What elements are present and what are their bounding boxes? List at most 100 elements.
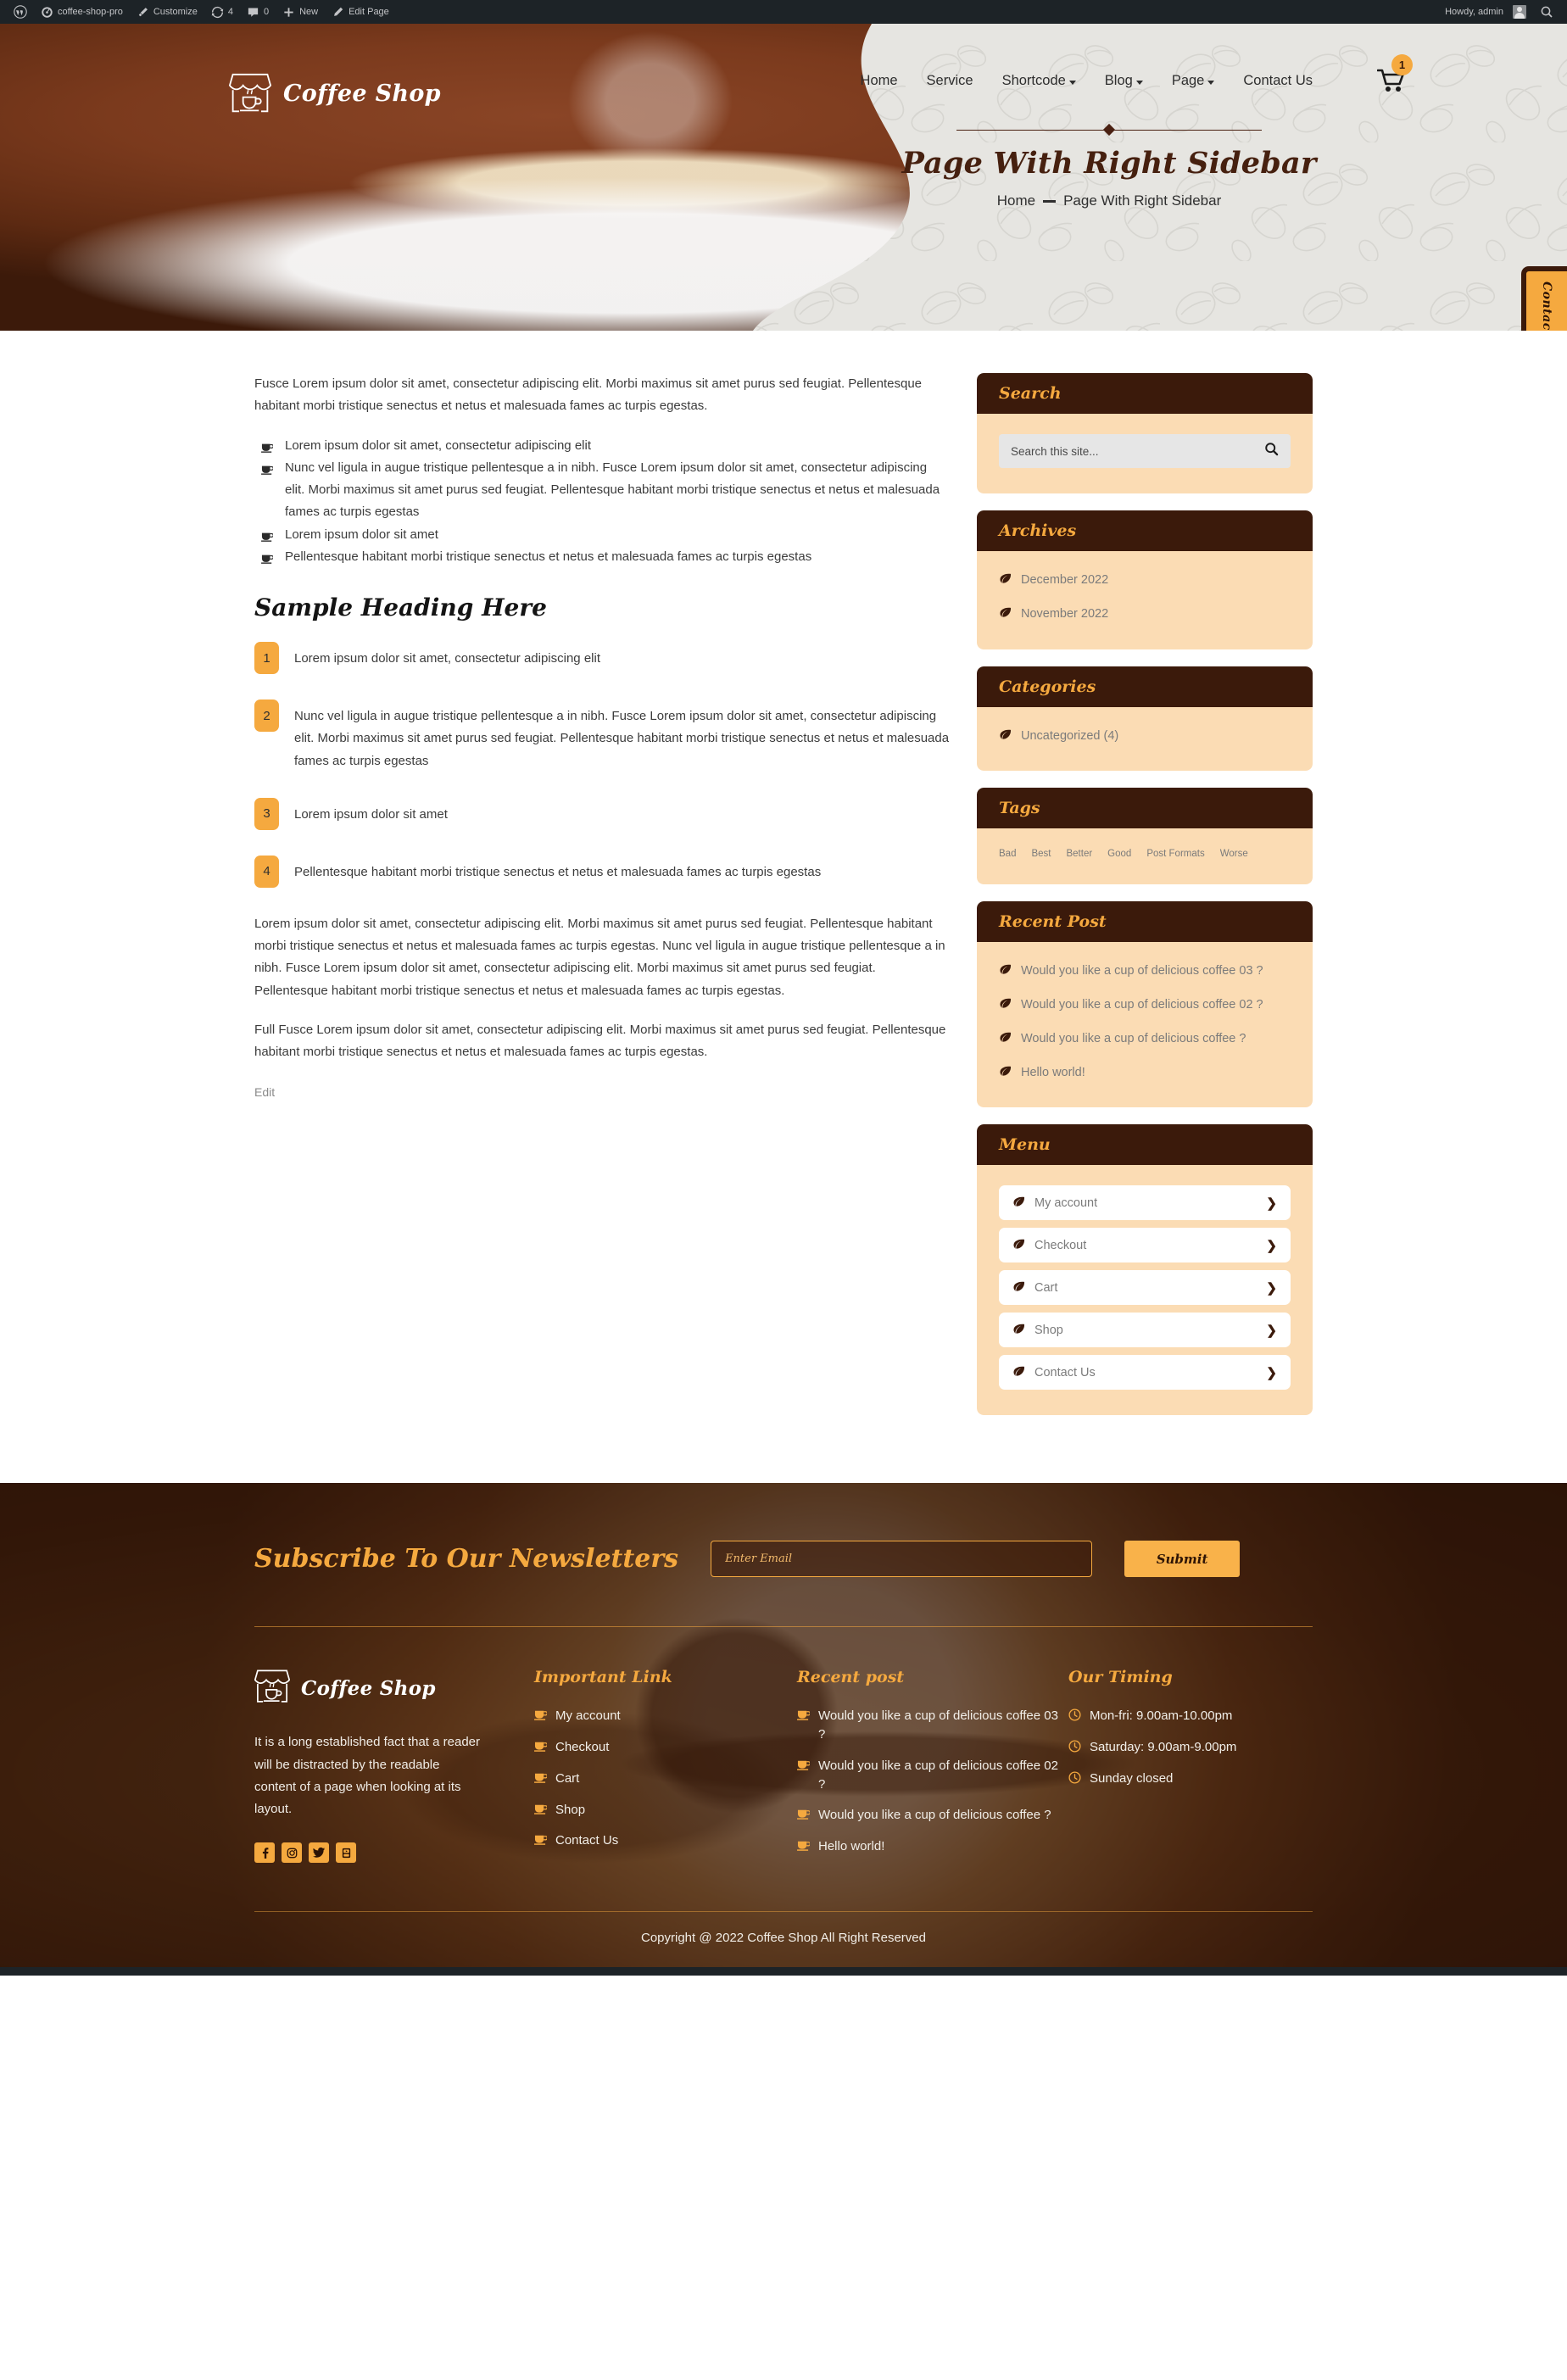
newsletter-section: Subscribe To Our Newsletters Submit xyxy=(254,1483,1313,1626)
tag-cloud: Bad Best Better Good Post Formats Worse xyxy=(999,849,1291,859)
youtube-icon[interactable] xyxy=(336,1842,356,1864)
nav-item-home[interactable]: Home xyxy=(861,73,898,89)
adminbar-site-name[interactable]: coffee-shop-pro xyxy=(34,0,130,24)
recent-post-list: Would you like a cup of delicious coffee… xyxy=(999,962,1291,1082)
nav-item-service[interactable]: Service xyxy=(927,73,973,89)
footer-recent-post-link[interactable]: Hello world! xyxy=(818,1837,884,1856)
sidebar-menu-item-checkout[interactable]: Checkout ❯ xyxy=(999,1228,1291,1263)
chevron-down-icon xyxy=(1207,80,1215,85)
search-icon xyxy=(1540,5,1553,19)
sidebar-menu-item-contact-us[interactable]: Contact Us ❯ xyxy=(999,1355,1291,1391)
adminbar-customize-label: Customize xyxy=(153,7,198,17)
search-box[interactable] xyxy=(999,434,1291,468)
nav-item-page[interactable]: Page xyxy=(1172,73,1215,89)
sidebar-menu-item-shop[interactable]: Shop ❯ xyxy=(999,1313,1291,1348)
widget-title: Recent Post xyxy=(977,901,1313,943)
list-item: Checkout ❯ xyxy=(999,1228,1291,1263)
list-item-text: Lorem ipsum dolor sit amet xyxy=(285,527,438,542)
footer-link[interactable]: Cart xyxy=(555,1770,579,1788)
newsletter-submit-button[interactable]: Submit xyxy=(1124,1541,1241,1578)
sidebar-menu-item-my-account[interactable]: My account ❯ xyxy=(999,1185,1291,1221)
adminbar-search-button[interactable] xyxy=(1533,0,1560,24)
tag-link[interactable]: Post Formats xyxy=(1146,849,1204,859)
list-item: Hello world! xyxy=(797,1837,1068,1856)
floating-contact-us-label: Contact Us xyxy=(1540,281,1553,331)
list-item: Contact Us xyxy=(534,1831,797,1850)
list-item: Lorem ipsum dolor sit amet, consectetur … xyxy=(254,435,950,457)
nav-item-contact-us[interactable]: Contact Us xyxy=(1243,73,1313,89)
numbered-list: 1 Lorem ipsum dolor sit amet, consectetu… xyxy=(254,642,950,888)
tag-link[interactable]: Better xyxy=(1066,849,1092,859)
adminbar-edit-page[interactable]: Edit Page xyxy=(325,0,396,24)
footer-logo[interactable]: Coffee Shop xyxy=(254,1668,534,1709)
coffee-cup-icon xyxy=(797,1808,811,1824)
leaf-icon xyxy=(999,573,1012,588)
nav-item-shortcode[interactable]: Shortcode xyxy=(1002,73,1076,89)
adminbar-comments[interactable]: 0 xyxy=(240,0,276,24)
footer-recent-post-link[interactable]: Would you like a cup of delicious coffee… xyxy=(818,1806,1051,1825)
footer-recent-post-link[interactable]: Would you like a cup of delicious coffee… xyxy=(818,1757,1068,1794)
adminbar-updates[interactable]: 4 xyxy=(204,0,240,24)
section-heading: Sample Heading Here xyxy=(254,594,547,621)
list-item: November 2022 xyxy=(999,605,1291,624)
breadcrumb-separator-icon xyxy=(1043,199,1057,203)
floating-contact-us-tab[interactable]: Contact Us xyxy=(1521,266,1567,331)
categories-list: Uncategorized (4) xyxy=(999,727,1291,746)
number-badge: 3 xyxy=(254,797,279,830)
search-icon[interactable] xyxy=(1264,442,1279,460)
primary-navigation: Home Service Shortcode Blog Page Contact… xyxy=(861,73,1313,89)
list-item: Sunday closed xyxy=(1068,1770,1306,1788)
tag-link[interactable]: Bad xyxy=(999,849,1016,859)
wordpress-icon xyxy=(14,5,27,19)
tag-link[interactable]: Best xyxy=(1031,849,1051,859)
tag-link[interactable]: Good xyxy=(1107,849,1131,859)
footer-link[interactable]: My account xyxy=(555,1707,621,1725)
footer-column-about: Coffee Shop It is a long established fac… xyxy=(254,1668,534,1869)
footer-recent-post-link[interactable]: Would you like a cup of delicious coffee… xyxy=(818,1707,1068,1744)
adminbar-new[interactable]: New xyxy=(276,0,325,24)
newsletter-email-input[interactable] xyxy=(711,1541,1093,1578)
coffee-cup-bullet-icon xyxy=(261,549,274,571)
shopping-cart-icon xyxy=(1376,69,1406,97)
list-item: Shop ❯ xyxy=(999,1313,1291,1348)
adminbar-wordpress-logo[interactable] xyxy=(7,0,34,24)
sidebar-menu-item-cart[interactable]: Cart ❯ xyxy=(999,1270,1291,1306)
recent-post-link[interactable]: Would you like a cup of delicious coffee… xyxy=(1021,996,1263,1015)
menu-item-label: My account xyxy=(1034,1196,1098,1210)
adminbar-my-account[interactable]: Howdy, admin xyxy=(1438,0,1533,24)
widget-body: My account ❯ Checkout ❯ Cart ❯ Shop ❯ Co… xyxy=(977,1165,1313,1416)
archive-link[interactable]: November 2022 xyxy=(1021,605,1108,624)
widget-tags: Tags Bad Best Better Good Post Formats W… xyxy=(977,788,1313,885)
instagram-icon[interactable] xyxy=(282,1842,302,1864)
cart-button[interactable]: 1 xyxy=(1376,54,1413,98)
timing-text: Sunday closed xyxy=(1090,1771,1174,1786)
breadcrumb-home-link[interactable]: Home xyxy=(997,192,1035,209)
search-input[interactable] xyxy=(1011,444,1264,458)
site-logo[interactable]: Coffee Shop xyxy=(228,71,441,115)
list-item: Cart ❯ xyxy=(999,1270,1291,1306)
adminbar-customize[interactable]: Customize xyxy=(130,0,204,24)
recent-post-link[interactable]: Would you like a cup of delicious coffee… xyxy=(1021,962,1263,981)
list-item-text: Lorem ipsum dolor sit amet xyxy=(294,806,448,822)
tag-link[interactable]: Worse xyxy=(1220,849,1248,859)
facebook-icon[interactable] xyxy=(254,1842,275,1864)
recent-post-link[interactable]: Would you like a cup of delicious coffee… xyxy=(1021,1030,1246,1049)
edit-page-link[interactable]: Edit xyxy=(254,1085,275,1099)
footer-link[interactable]: Checkout xyxy=(555,1738,609,1757)
leaf-icon xyxy=(999,1066,1012,1081)
chevron-down-icon xyxy=(1068,80,1076,85)
coffee-cup-icon xyxy=(534,1740,548,1756)
coffee-cup-icon xyxy=(797,1708,811,1725)
list-item: Shop xyxy=(534,1801,797,1820)
footer-link[interactable]: Contact Us xyxy=(555,1831,618,1850)
category-link[interactable]: Uncategorized (4) xyxy=(1021,727,1118,746)
adminbar-site-label: coffee-shop-pro xyxy=(58,7,123,17)
twitter-icon[interactable] xyxy=(309,1842,329,1864)
coffee-cup-icon xyxy=(534,1708,548,1725)
nav-item-blog[interactable]: Blog xyxy=(1105,73,1143,89)
archive-link[interactable]: December 2022 xyxy=(1021,571,1108,590)
bottom-bar xyxy=(0,1966,1567,1976)
footer-link[interactable]: Shop xyxy=(555,1801,585,1820)
coffee-cup-icon xyxy=(797,1839,811,1855)
recent-post-link[interactable]: Hello world! xyxy=(1021,1064,1085,1083)
